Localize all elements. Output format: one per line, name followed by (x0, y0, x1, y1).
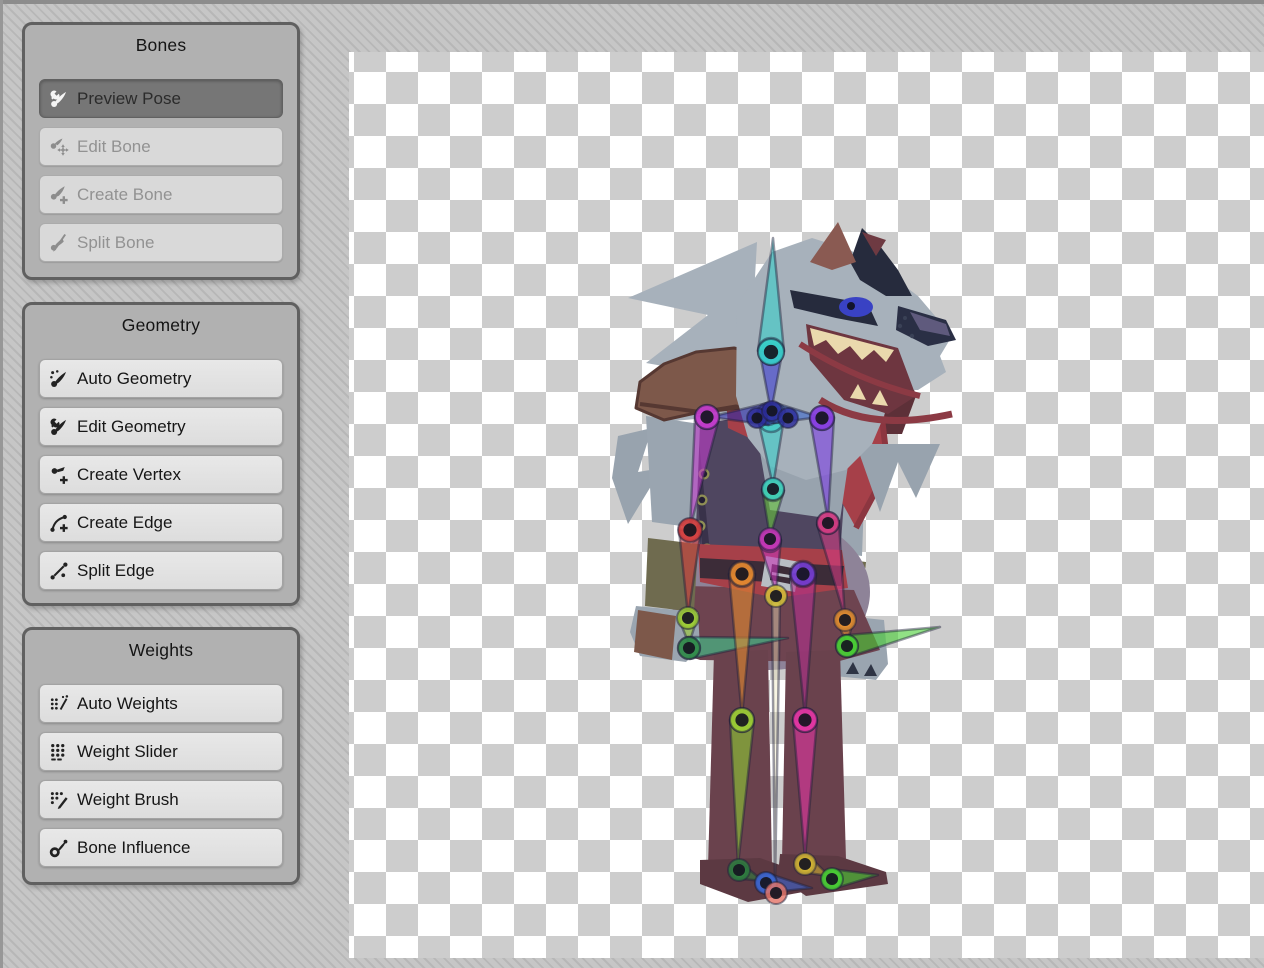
panel-buttons: Preview Pose Edit Bone Create Bone Split Bo… (25, 61, 297, 277)
tool-button-label: Split Edge (77, 561, 155, 581)
split-edge-icon (49, 561, 69, 581)
bone-influence-button[interactable]: Bone Influence (39, 828, 283, 867)
edit-geometry-button[interactable]: Edit Geometry (39, 407, 283, 446)
auto-geometry-button[interactable]: Auto Geometry (39, 359, 283, 398)
auto-geometry-icon (49, 369, 69, 389)
sprite-canvas[interactable] (349, 52, 1264, 958)
panel-bones: Bones Preview Pose Edit Bone Create Bone Spl… (22, 22, 300, 280)
tool-button-label: Weight Brush (77, 790, 179, 810)
tool-button-label: Auto Weights (77, 694, 178, 714)
window-top-edge (0, 0, 1264, 4)
tool-button-label: Preview Pose (77, 89, 181, 109)
weight-brush-button[interactable]: Weight Brush (39, 780, 283, 819)
preview-pose-icon (49, 89, 69, 109)
tool-button-label: Create Edge (77, 513, 172, 533)
tool-button-label: Edit Geometry (77, 417, 186, 437)
weight-slider-icon (49, 742, 69, 762)
create-bone-button[interactable]: Create Bone (39, 175, 283, 214)
panel-geometry: Geometry Auto Geometry Edit Geometry Create… (22, 302, 300, 606)
edit-bone-button[interactable]: Edit Bone (39, 127, 283, 166)
create-bone-icon (49, 185, 69, 205)
split-bone-icon (49, 233, 69, 253)
bone-influence-icon (49, 838, 69, 858)
split-edge-button[interactable]: Split Edge (39, 551, 283, 590)
weight-brush-icon (49, 790, 69, 810)
panel-weights: Weights Auto Weights Weight Slider Weight B… (22, 627, 300, 885)
edit-bone-icon (49, 137, 69, 157)
tool-button-label: Create Bone (77, 185, 172, 205)
tool-button-label: Bone Influence (77, 838, 190, 858)
tool-button-label: Split Bone (77, 233, 155, 253)
panel-buttons: Auto Weights Weight Slider Weight Brush Bon… (25, 666, 297, 882)
auto-weights-icon (49, 694, 69, 714)
edit-geometry-icon (49, 417, 69, 437)
window-left-edge (0, 0, 3, 968)
tool-button-label: Auto Geometry (77, 369, 191, 389)
weight-slider-button[interactable]: Weight Slider (39, 732, 283, 771)
panel-title: Bones (25, 25, 297, 61)
create-vertex-icon (49, 465, 69, 485)
skinning-editor-window: { "ui": { "colors": { "stripe_base": "#c… (0, 0, 1264, 968)
panel-title: Weights (25, 630, 297, 666)
tool-button-label: Edit Bone (77, 137, 151, 157)
preview-pose-button[interactable]: Preview Pose (39, 79, 283, 118)
create-edge-button[interactable]: Create Edge (39, 503, 283, 542)
tool-button-label: Weight Slider (77, 742, 178, 762)
tool-button-label: Create Vertex (77, 465, 181, 485)
create-vertex-button[interactable]: Create Vertex (39, 455, 283, 494)
split-bone-button[interactable]: Split Bone (39, 223, 283, 262)
create-edge-icon (49, 513, 69, 533)
auto-weights-button[interactable]: Auto Weights (39, 684, 283, 723)
panel-buttons: Auto Geometry Edit Geometry Create Vertex C… (25, 341, 297, 605)
panel-title: Geometry (25, 305, 297, 341)
